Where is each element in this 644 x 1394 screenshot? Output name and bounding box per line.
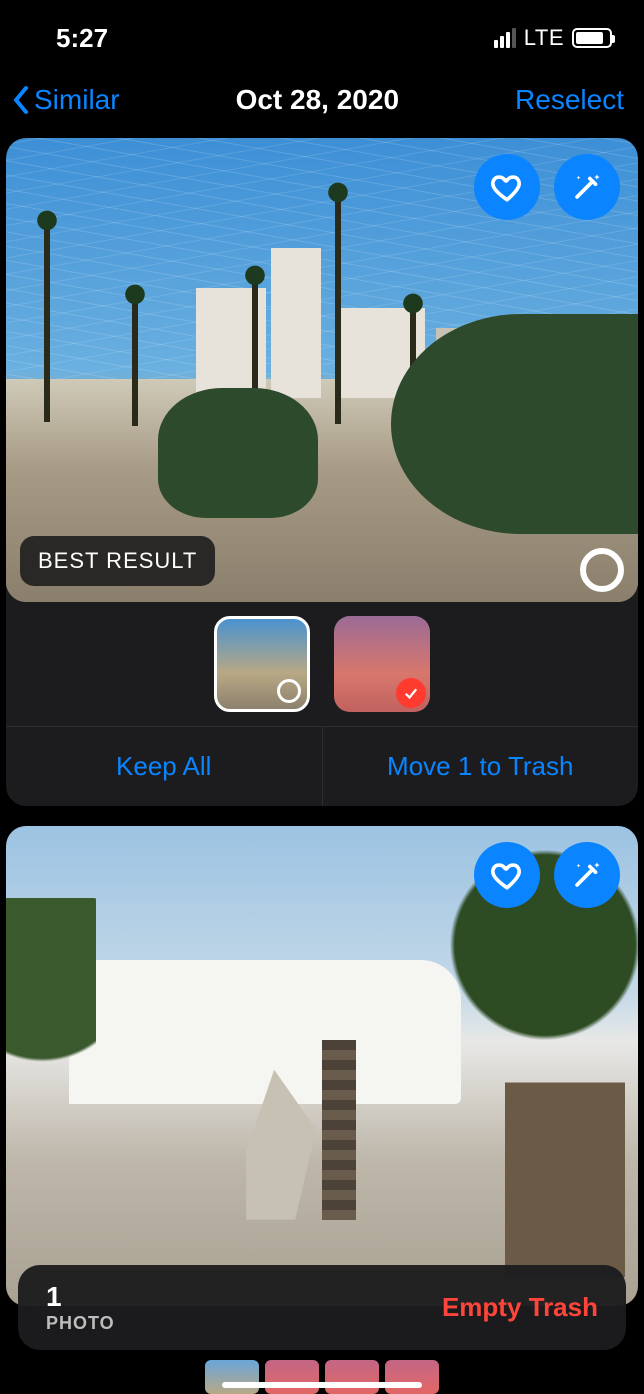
- battery-icon: [572, 28, 612, 48]
- magic-wand-icon: [570, 858, 604, 892]
- trash-summary-bar[interactable]: 1 PHOTO Empty Trash: [18, 1265, 626, 1350]
- trash-unit: PHOTO: [46, 1313, 115, 1334]
- selected-check-icon: [396, 678, 426, 708]
- hero-actions: [474, 154, 620, 220]
- trash-count-block: 1 PHOTO: [46, 1281, 115, 1334]
- heart-icon: [490, 170, 524, 204]
- status-right: LTE: [494, 25, 612, 51]
- keep-all-button[interactable]: Keep All: [6, 727, 323, 806]
- thumbnail-2[interactable]: [334, 616, 430, 712]
- similar-group-card-2: [6, 826, 638, 1306]
- reselect-button[interactable]: Reselect: [515, 84, 624, 116]
- mini-thumb[interactable]: [325, 1360, 379, 1394]
- favorite-button[interactable]: [474, 842, 540, 908]
- page-title: Oct 28, 2020: [236, 84, 399, 116]
- move-to-trash-button[interactable]: Move 1 to Trash: [323, 727, 639, 806]
- mini-thumb[interactable]: [385, 1360, 439, 1394]
- magic-wand-icon: [570, 170, 604, 204]
- heart-icon: [490, 858, 524, 892]
- favorite-button[interactable]: [474, 154, 540, 220]
- mini-thumb[interactable]: [205, 1360, 259, 1394]
- bottom-thumb-strip: [0, 1354, 644, 1394]
- network-type: LTE: [524, 25, 564, 51]
- cellular-signal-icon: [494, 28, 516, 48]
- home-indicator[interactable]: [222, 1382, 422, 1388]
- enhance-button[interactable]: [554, 842, 620, 908]
- group-actions: Keep All Move 1 to Trash: [6, 726, 638, 806]
- similar-group-card: BEST RESULT Keep All Move 1 to Trash: [6, 138, 638, 806]
- selection-ring-icon[interactable]: [580, 548, 624, 592]
- back-label: Similar: [34, 84, 120, 116]
- selection-ring-icon: [277, 679, 301, 703]
- best-result-badge: BEST RESULT: [20, 536, 215, 586]
- empty-trash-button[interactable]: Empty Trash: [442, 1292, 598, 1323]
- mini-thumb[interactable]: [265, 1360, 319, 1394]
- status-bar: 5:27 LTE: [0, 0, 644, 64]
- trash-count: 1: [46, 1281, 115, 1313]
- status-time: 5:27: [56, 23, 108, 54]
- nav-bar: Similar Oct 28, 2020 Reselect: [0, 64, 644, 138]
- thumbnail-1[interactable]: [214, 616, 310, 712]
- thumbnail-strip: [6, 602, 638, 726]
- back-button[interactable]: Similar: [12, 84, 120, 116]
- hero-photo-2[interactable]: [6, 826, 638, 1306]
- hero-photo[interactable]: BEST RESULT: [6, 138, 638, 602]
- hero-actions-2: [474, 842, 620, 908]
- chevron-left-icon: [12, 85, 30, 115]
- enhance-button[interactable]: [554, 154, 620, 220]
